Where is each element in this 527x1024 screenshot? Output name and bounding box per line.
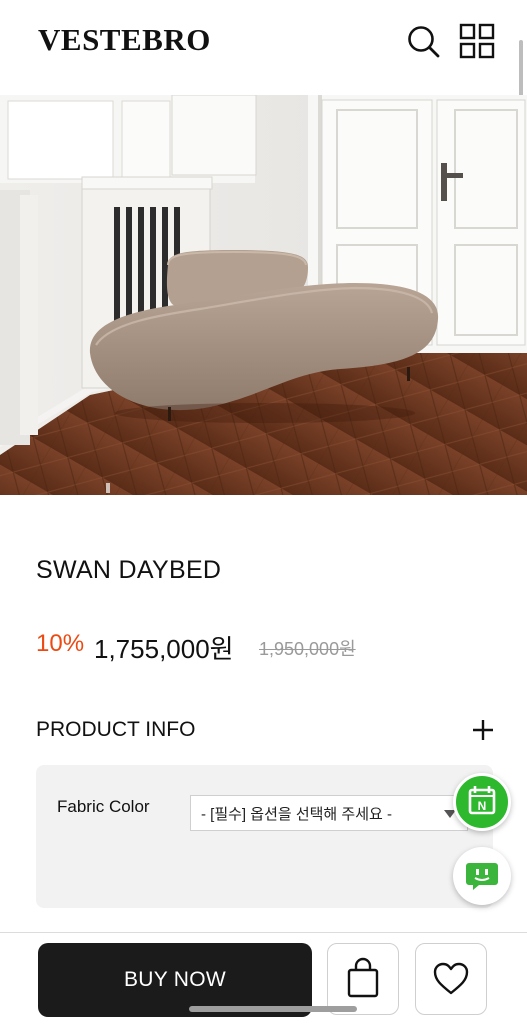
- wishlist-button[interactable]: [415, 943, 487, 1015]
- sale-price: 1,755,000원: [94, 634, 234, 664]
- chat-icon: [466, 863, 498, 890]
- home-indicator: [189, 1006, 357, 1012]
- svg-text:N: N: [478, 799, 487, 813]
- original-price: 1,950,000원: [259, 639, 356, 659]
- scrollbar[interactable]: [519, 40, 523, 98]
- search-icon[interactable]: [404, 22, 442, 60]
- brand-logo[interactable]: VESTEBRO: [38, 22, 211, 58]
- add-to-cart-button[interactable]: [327, 943, 399, 1015]
- chat-button[interactable]: [453, 847, 511, 905]
- fabric-color-value: - [필수] 옵션을 선택해 주세요 -: [201, 805, 392, 823]
- plus-icon[interactable]: [470, 717, 496, 743]
- discount-rate: 10%: [36, 630, 85, 657]
- fabric-color-select[interactable]: - [필수] 옵션을 선택해 주세요 -: [190, 795, 468, 831]
- product-title: SWAN DAYBED: [36, 556, 222, 584]
- naver-calendar-icon: N: [468, 786, 496, 815]
- product-image[interactable]: [0, 95, 527, 495]
- product-info-label[interactable]: PRODUCT INFO: [36, 718, 195, 742]
- heart-icon: [433, 962, 469, 995]
- grid-menu-icon[interactable]: [458, 22, 496, 60]
- header: VESTEBRO: [0, 0, 527, 98]
- fabric-color-label: Fabric Color: [57, 797, 150, 816]
- sofa-product-photo: [0, 95, 527, 495]
- option-panel: [36, 765, 493, 908]
- shopping-bag-icon: [347, 957, 379, 998]
- naver-calendar-button[interactable]: N: [453, 773, 511, 831]
